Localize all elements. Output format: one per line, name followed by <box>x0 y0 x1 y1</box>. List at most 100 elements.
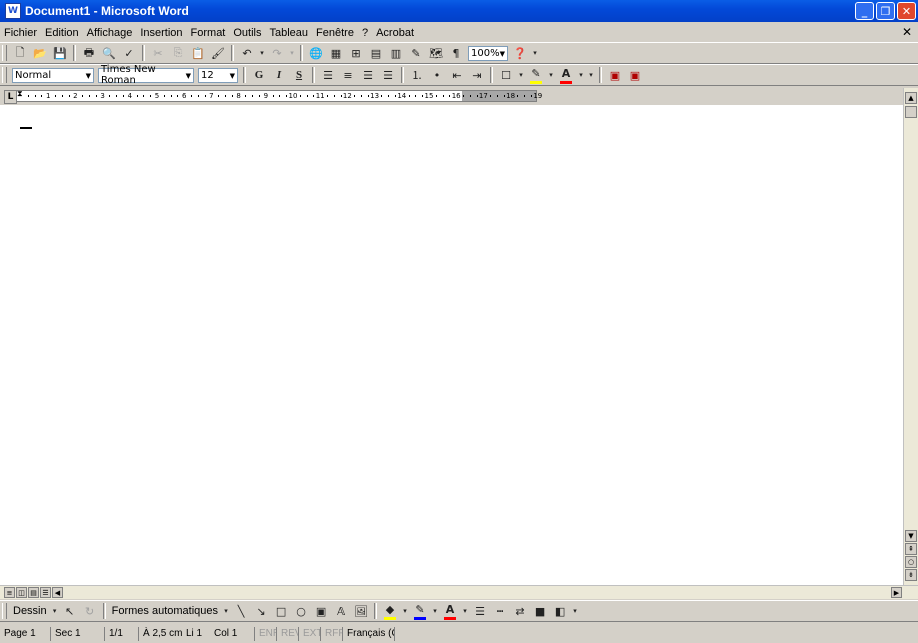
rectangle-icon[interactable]: □ <box>272 602 290 620</box>
italic-button[interactable]: I <box>270 66 288 84</box>
arrow-icon[interactable]: ↘ <box>252 602 270 620</box>
select-objects-icon[interactable]: ↖ <box>61 602 79 620</box>
style-select[interactable]: Normal ▼ <box>12 67 94 83</box>
free-rotate-icon[interactable]: ↻ <box>81 602 99 620</box>
toolbar-options-icon[interactable]: ▾ <box>587 66 595 84</box>
word-app-icon[interactable]: W <box>5 3 21 19</box>
draw-font-color-icon[interactable]: A <box>441 602 459 620</box>
menu-outils[interactable]: Outils <box>229 27 265 39</box>
menu-tableau[interactable]: Tableau <box>266 27 313 39</box>
3d-icon[interactable]: ◧ <box>551 602 569 620</box>
next-page-icon[interactable]: ⇟ <box>905 569 917 581</box>
format-painter-icon[interactable]: 🖌 <box>209 44 227 62</box>
hyperlink-icon[interactable]: 🌐 <box>307 44 325 62</box>
arrow-style-icon[interactable]: ⇄ <box>511 602 529 620</box>
zoom-select[interactable]: 100% ▼ <box>468 45 508 61</box>
spelling-icon[interactable]: ✓ <box>120 44 138 62</box>
menu-fichier[interactable]: Fichier <box>0 27 41 39</box>
outline-view-icon[interactable]: ☰ <box>40 587 51 598</box>
underline-button[interactable]: S <box>290 66 308 84</box>
line-color-icon[interactable]: ✎ <box>411 602 429 620</box>
scroll-right-icon[interactable]: ▶ <box>891 587 902 598</box>
line-icon[interactable]: ╲ <box>232 602 250 620</box>
redo-dropdown-icon[interactable]: ▾ <box>288 44 296 62</box>
status-rec[interactable]: ENR <box>254 626 276 641</box>
columns-icon[interactable]: ▥ <box>387 44 405 62</box>
cut-icon[interactable]: ✂ <box>149 44 167 62</box>
autoshapes-dropdown-icon[interactable]: ▾ <box>222 602 230 620</box>
menu-format[interactable]: Format <box>187 27 230 39</box>
horizontal-ruler[interactable]: 1 2 3 4 5 6 7 8 9 10 11 12 13 14 15 16 17 18 19 <box>16 90 542 102</box>
status-spelling[interactable] <box>394 626 416 641</box>
horizontal-scrollbar[interactable]: ≡ ◫ ▤ ☰ ◀ ▶ <box>0 585 918 599</box>
restore-button[interactable]: ❐ <box>876 2 895 20</box>
minimize-button[interactable]: _ <box>855 2 874 20</box>
autoshapes-button[interactable]: Formes automatiques <box>112 605 218 617</box>
font-color-icon[interactable]: A <box>557 66 575 84</box>
document-page[interactable] <box>0 105 904 585</box>
help-icon[interactable]: ❓ <box>511 44 529 62</box>
status-ovr[interactable]: RFP <box>320 626 342 641</box>
normal-view-icon[interactable]: ≡ <box>4 587 15 598</box>
paste-icon[interactable]: 📋 <box>189 44 207 62</box>
borders-icon[interactable]: ☐ <box>497 66 515 84</box>
line-style-icon[interactable]: ☰ <box>471 602 489 620</box>
tables-borders-icon[interactable]: ▦ <box>327 44 345 62</box>
text-box-icon[interactable]: ▣ <box>312 602 330 620</box>
line-color-dropdown-icon[interactable]: ▾ <box>431 602 439 620</box>
wordart-icon[interactable]: 𝔸 <box>332 602 350 620</box>
copy-icon[interactable]: ⎘ <box>169 44 187 62</box>
browse-object-icon[interactable]: ○ <box>905 556 917 568</box>
status-ext[interactable]: EXT <box>298 626 320 641</box>
decrease-indent-icon[interactable]: ⇤ <box>448 66 466 84</box>
font-color-dropdown-icon[interactable]: ▾ <box>577 66 585 84</box>
borders-dropdown-icon[interactable]: ▾ <box>517 66 525 84</box>
previous-page-icon[interactable]: ⇞ <box>905 543 917 555</box>
acrobat-pdf-icon[interactable]: ▣ <box>606 66 624 84</box>
menu-affichage[interactable]: Affichage <box>83 27 137 39</box>
save-icon[interactable]: 💾 <box>51 44 69 62</box>
close-document-button[interactable]: ✕ <box>902 25 912 39</box>
justify-icon[interactable]: ☰ <box>379 66 397 84</box>
draw-menu-dropdown-icon[interactable]: ▾ <box>51 602 59 620</box>
shadow-icon[interactable]: ■ <box>531 602 549 620</box>
undo-icon[interactable]: ↶ <box>238 44 256 62</box>
toolbar-grip[interactable] <box>2 603 7 619</box>
scroll-up-icon[interactable]: ▲ <box>905 92 917 104</box>
print-preview-icon[interactable]: 🔍 <box>100 44 118 62</box>
menu-acrobat[interactable]: Acrobat <box>372 27 418 39</box>
highlight-icon[interactable]: ✎ <box>527 66 545 84</box>
document-map-icon[interactable]: 🗺 <box>427 44 445 62</box>
bullets-icon[interactable]: • <box>428 66 446 84</box>
dash-style-icon[interactable]: ┅ <box>491 602 509 620</box>
scroll-thumb[interactable] <box>905 106 917 118</box>
new-document-icon[interactable]: 🗋 <box>11 44 29 62</box>
insert-table-icon[interactable]: ⊞ <box>347 44 365 62</box>
indent-marker-icon[interactable]: ⧗ <box>17 89 23 99</box>
toolbar-options-icon[interactable]: ▾ <box>531 44 539 62</box>
close-window-button[interactable]: ✕ <box>897 2 916 20</box>
open-folder-icon[interactable]: 📂 <box>31 44 49 62</box>
web-view-icon[interactable]: ◫ <box>16 587 27 598</box>
drawing-icon[interactable]: ✎ <box>407 44 425 62</box>
scroll-down-icon[interactable]: ▼ <box>905 530 917 542</box>
align-right-icon[interactable]: ☰ <box>359 66 377 84</box>
status-language[interactable]: Français (C <box>342 626 394 641</box>
menu-fenetre[interactable]: Fenêtre <box>312 27 358 39</box>
menu-insertion[interactable]: Insertion <box>136 27 186 39</box>
align-left-icon[interactable]: ☰ <box>319 66 337 84</box>
font-size-select[interactable]: 12 ▼ <box>198 67 238 83</box>
clipart-icon[interactable]: 🖼 <box>352 602 370 620</box>
undo-dropdown-icon[interactable]: ▾ <box>258 44 266 62</box>
insert-excel-icon[interactable]: ▤ <box>367 44 385 62</box>
bold-button[interactable]: G <box>250 66 268 84</box>
vertical-scrollbar[interactable]: ▲ ▼ ⇞ ○ ⇟ <box>903 88 918 585</box>
menu-edition[interactable]: Edition <box>41 27 83 39</box>
toolbar-grip[interactable] <box>2 67 7 83</box>
numbering-icon[interactable]: ⒈ <box>408 66 426 84</box>
oval-icon[interactable]: ○ <box>292 602 310 620</box>
acrobat-pdf-email-icon[interactable]: ▣ <box>626 66 644 84</box>
scroll-left-icon[interactable]: ◀ <box>52 587 63 598</box>
toolbar-options-icon[interactable]: ▾ <box>571 602 579 620</box>
increase-indent-icon[interactable]: ⇥ <box>468 66 486 84</box>
